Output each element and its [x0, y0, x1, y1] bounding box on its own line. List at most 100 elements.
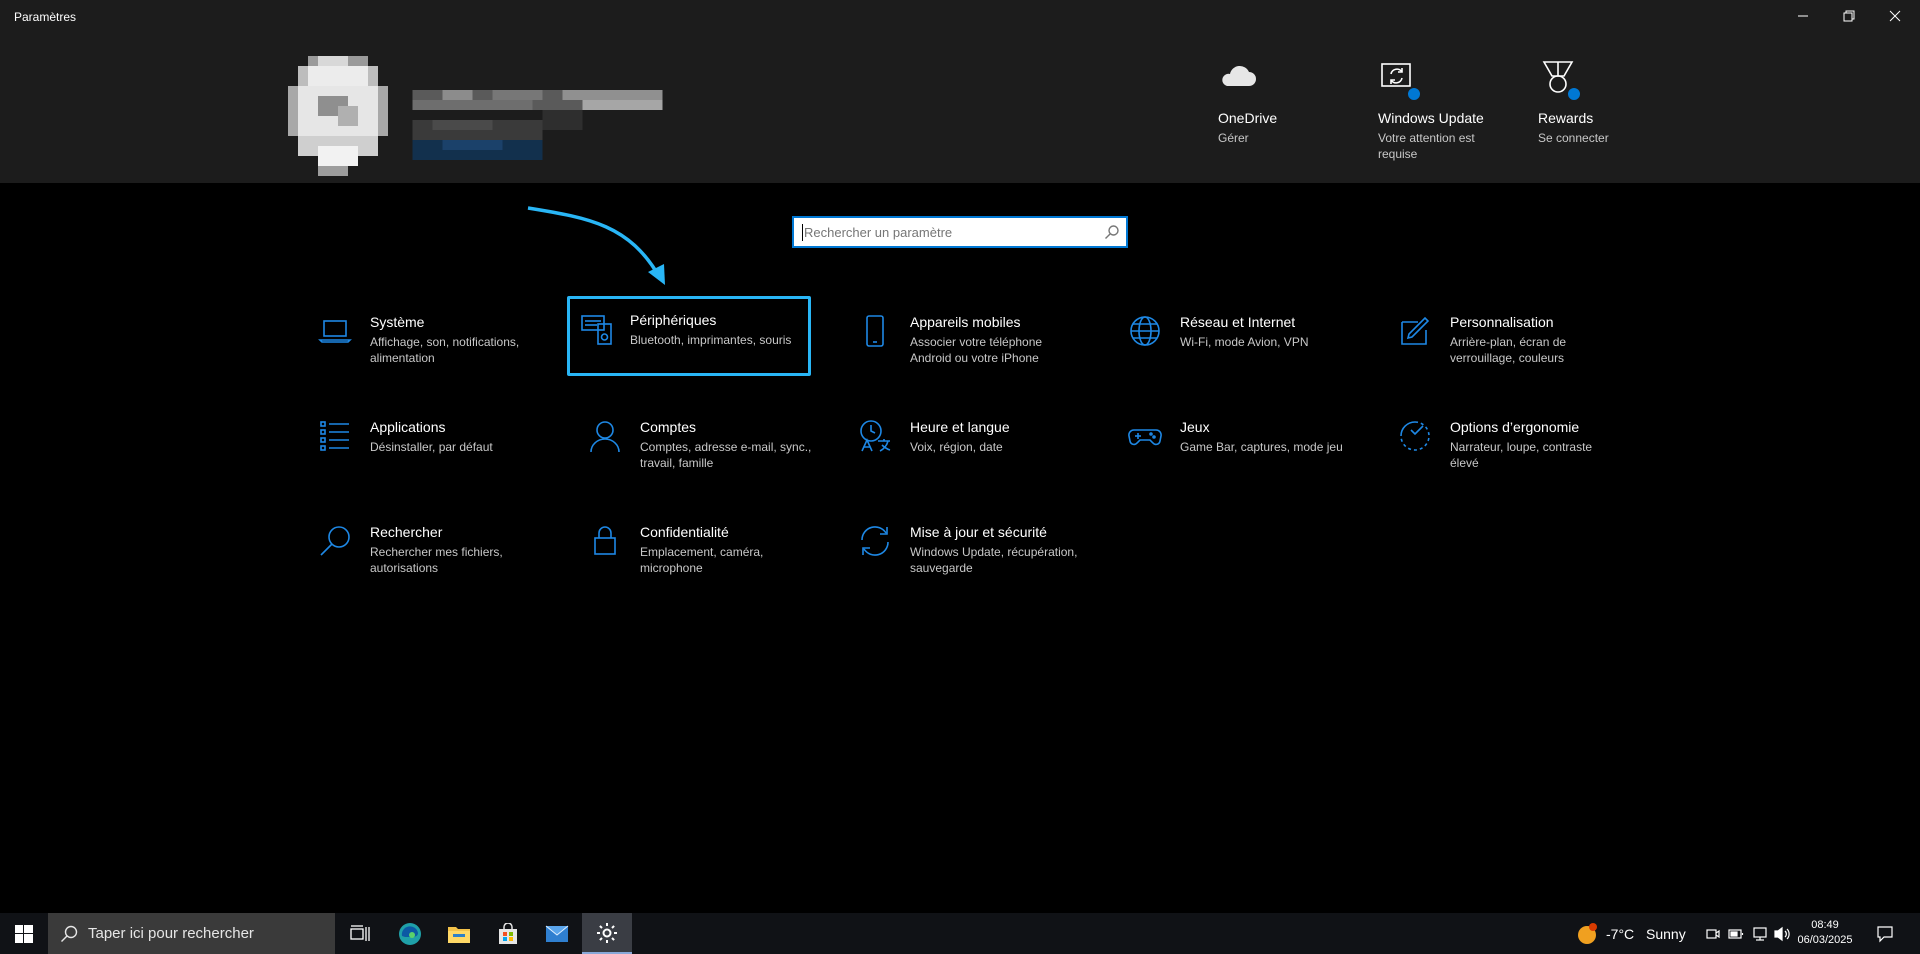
category-comptes[interactable]: Comptes Comptes, adresse e-mail, sync., …	[568, 403, 812, 483]
onedrive-link[interactable]: OneDrive Gérer	[1218, 58, 1368, 146]
search-icon	[318, 524, 352, 558]
taskbar: Taper ici pour rechercher -7°C Sunny 08:…	[0, 913, 1920, 954]
clock[interactable]: 08:49 06/03/2025	[1795, 918, 1855, 948]
avatar[interactable]	[288, 56, 408, 176]
close-icon	[1889, 10, 1901, 22]
file-explorer-button[interactable]	[435, 913, 483, 954]
category-title: Appareils mobiles	[910, 314, 1021, 330]
gamepad-icon	[1128, 419, 1162, 453]
folder-icon	[448, 926, 470, 943]
notification-dot	[1566, 86, 1582, 102]
rewards-subtitle: Se connecter	[1538, 131, 1609, 145]
phone-icon	[858, 314, 892, 348]
taskbar-search-box[interactable]: Taper ici pour rechercher	[48, 913, 335, 954]
windows-update-link[interactable]: Windows Update Votre attention est requi…	[1378, 58, 1528, 162]
category-description: Affichage, son, notifications, alimentat…	[370, 335, 520, 365]
laptop-icon	[318, 314, 352, 348]
clock-time: 08:49	[1811, 919, 1839, 931]
category-description: Wi-Fi, mode Avion, VPN	[1180, 335, 1309, 349]
category-title: Options d’ergonomie	[1450, 419, 1580, 435]
category-applications[interactable]: Applications Désinstaller, par défaut	[298, 403, 542, 483]
restore-icon	[1843, 10, 1855, 22]
category-description: Rechercher mes fichiers, autorisations	[370, 545, 503, 575]
search-placeholder: Rechercher un paramètre	[804, 225, 953, 240]
person-icon	[588, 419, 622, 453]
category-systeme[interactable]: Système Affichage, son, notifications, a…	[298, 298, 542, 378]
windows-update-title: Windows Update	[1378, 110, 1484, 126]
mail-button[interactable]	[533, 913, 581, 954]
taskbar-search-placeholder: Taper ici pour rechercher	[88, 925, 254, 942]
category-rechercher[interactable]: Rechercher Rechercher mes fichiers, auto…	[298, 508, 542, 588]
notification-dot	[1406, 86, 1422, 102]
network-icon[interactable]	[1752, 926, 1768, 942]
category-reseau-internet[interactable]: Réseau et Internet Wi-Fi, mode Avion, VP…	[1108, 298, 1352, 378]
category-description: Bluetooth, imprimantes, souris	[630, 333, 792, 347]
account-info-redacted	[412, 90, 663, 160]
weather-sun-icon[interactable]	[1576, 923, 1598, 945]
onedrive-title: OneDrive	[1218, 110, 1278, 126]
category-personnalisation[interactable]: Personnalisation Arrière-plan, écran de …	[1378, 298, 1622, 378]
weather-temperature[interactable]: -7°C	[1606, 926, 1634, 942]
store-button[interactable]	[484, 913, 532, 954]
windows-logo-icon	[15, 924, 33, 943]
windows-update-subtitle: Votre attention est requise	[1378, 131, 1475, 161]
meet-now-icon[interactable]	[1706, 927, 1720, 941]
settings-window: Paramètres OneDrive Gérer Windows Update…	[0, 0, 1920, 913]
text-caret	[802, 224, 803, 241]
cloud-icon	[1218, 58, 1258, 98]
globe-icon	[1128, 314, 1162, 348]
lock-icon	[588, 524, 622, 558]
rewards-title: Rewards	[1538, 110, 1594, 126]
weather-condition[interactable]: Sunny	[1646, 926, 1686, 942]
time-language-icon	[858, 419, 892, 453]
category-appareils-mobiles[interactable]: Appareils mobiles Associer votre télépho…	[838, 298, 1082, 378]
mail-icon	[545, 925, 569, 942]
category-title: Personnalisation	[1450, 314, 1554, 330]
task-view-button[interactable]	[336, 913, 384, 954]
gear-icon	[597, 922, 617, 943]
category-title: Comptes	[640, 419, 697, 435]
devices-icon	[580, 312, 614, 346]
category-title: Réseau et Internet	[1180, 314, 1296, 330]
category-description: Arrière-plan, écran de verrouillage, cou…	[1450, 335, 1567, 365]
category-description: Associer votre téléphone Android ou votr…	[910, 335, 1043, 365]
account-header: OneDrive Gérer Windows Update Votre atte…	[0, 32, 1920, 183]
notification-center-icon[interactable]	[1876, 925, 1894, 943]
category-description: Game Bar, captures, mode jeu	[1180, 440, 1343, 454]
category-ergonomie[interactable]: Options d’ergonomie Narrateur, loupe, co…	[1378, 403, 1622, 483]
category-description: Windows Update, récupération, sauvegarde	[910, 545, 1078, 575]
category-title: Jeux	[1180, 419, 1210, 435]
volume-icon[interactable]	[1774, 926, 1792, 942]
ease-of-access-icon	[1398, 419, 1432, 453]
category-description: Narrateur, loupe, contraste élevé	[1450, 440, 1593, 470]
search-icon	[61, 925, 78, 942]
clock-date: 06/03/2025	[1797, 934, 1853, 946]
category-confidentialite[interactable]: Confidentialité Emplacement, caméra, mic…	[568, 508, 812, 588]
category-heure-langue[interactable]: Heure et langue Voix, région, date	[838, 403, 1082, 483]
battery-icon[interactable]	[1728, 928, 1744, 940]
restore-button[interactable]	[1826, 0, 1872, 32]
annotation-arrow	[527, 206, 665, 285]
settings-taskbar-button[interactable]	[582, 913, 632, 954]
settings-search-box[interactable]: Rechercher un paramètre	[792, 216, 1128, 248]
category-jeux[interactable]: Jeux Game Bar, captures, mode jeu	[1108, 403, 1352, 483]
edge-browser-icon	[399, 922, 421, 945]
personalization-icon	[1398, 314, 1432, 348]
category-title: Périphériques	[630, 312, 717, 328]
category-peripheriques[interactable]: Périphériques Bluetooth, imprimantes, so…	[567, 296, 811, 376]
apps-list-icon	[318, 419, 352, 453]
windows-update-icon	[1378, 58, 1422, 102]
start-button[interactable]	[0, 913, 48, 954]
edge-button[interactable]	[386, 913, 434, 954]
task-view-icon	[350, 924, 370, 941]
minimize-button[interactable]	[1780, 0, 1826, 32]
search-icon[interactable]	[1104, 224, 1120, 240]
rewards-link[interactable]: Rewards Se connecter	[1538, 58, 1688, 146]
close-button[interactable]	[1872, 0, 1918, 32]
title-bar: Paramètres	[0, 0, 1920, 32]
category-title: Heure et langue	[910, 419, 1010, 435]
category-title: Rechercher	[370, 524, 443, 540]
category-mise-a-jour-securite[interactable]: Mise à jour et sécurité Windows Update, …	[838, 508, 1082, 588]
minimize-icon	[1798, 15, 1808, 17]
onedrive-subtitle: Gérer	[1218, 131, 1249, 145]
